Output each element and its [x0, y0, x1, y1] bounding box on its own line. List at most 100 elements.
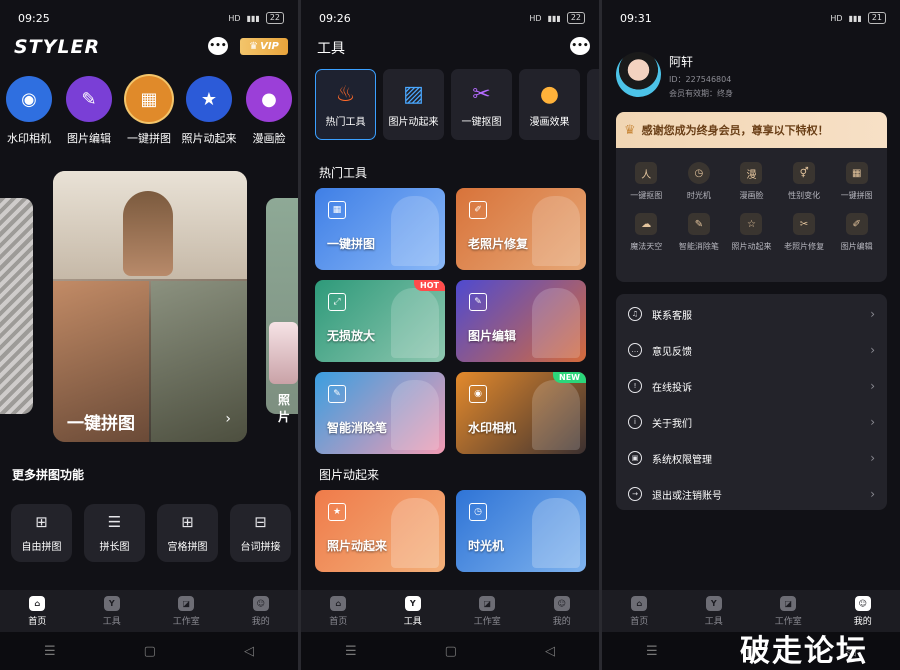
menu-row-label: 退出或注销账号 — [652, 490, 722, 502]
hot-card[interactable]: ▦ 一键拼图 — [315, 188, 445, 270]
menu-row-logout[interactable]: → 退出或注销账号 › — [616, 476, 887, 512]
more-tool-item[interactable]: ⊞ 宫格拼图 — [157, 504, 218, 562]
status-bar: 09:25 HD ▮▮▮ 22 — [0, 0, 298, 36]
fire-icon: ♨ — [335, 81, 356, 107]
more-tool-item[interactable]: ☰ 拼长图 — [84, 504, 145, 562]
edit-icon: ✐ — [845, 213, 868, 235]
nav-mine[interactable]: ☺ 我的 — [537, 595, 587, 627]
quick-tool-item[interactable]: ✎ 图片编辑 — [66, 76, 112, 146]
menu-row-feedback[interactable]: … 意见反馈 › — [616, 332, 887, 368]
privilege-item[interactable]: 漫漫画脸 — [725, 162, 778, 201]
status-time: 09:25 — [18, 11, 50, 25]
mine-icon: ☺ — [553, 595, 570, 611]
menu-icon[interactable]: ☰ — [44, 644, 56, 659]
nav-mine[interactable]: ☺ 我的 — [236, 595, 286, 627]
menu-icon[interactable]: ☰ — [345, 644, 357, 659]
more-tool-label: 自由拼图 — [21, 542, 62, 553]
hot-card[interactable]: ✎ 智能消除笔 — [315, 372, 445, 454]
menu-icon[interactable]: ☰ — [646, 644, 658, 659]
chat-icon[interactable]: ••• — [208, 37, 228, 55]
menu-row-alarm[interactable]: ! 在线投诉 › — [616, 368, 887, 404]
privilege-label: 一键拼图 — [840, 191, 873, 200]
tab-bear[interactable]: ● 漫画效果 — [519, 69, 580, 140]
profile-screen: 09:31 HD ▮▮▮ 21 阿轩 ID：227546804 会员有效期：终身 ♛… — [602, 0, 900, 670]
anim-card[interactable]: ◷ 时光机 — [456, 490, 586, 572]
chevron-right-icon: › — [870, 451, 875, 465]
user-name: 阿轩 — [669, 55, 694, 69]
hot-card[interactable]: ✐ 老照片修复 — [456, 188, 586, 270]
mine-icon: ☺ — [854, 595, 871, 611]
privilege-item[interactable]: ▦ 一键拼图 — [830, 162, 883, 201]
tools-icon: Y — [705, 595, 722, 611]
privilege-item[interactable]: ✂ 老照片修复 — [778, 213, 831, 252]
carousel-main-card[interactable]: 一键拼图 › — [53, 171, 247, 442]
privilege-item[interactable]: ⚥ 性别变化 — [778, 162, 831, 201]
quick-tool-item[interactable]: ● 漫画脸 — [246, 76, 292, 146]
quick-tool-item[interactable]: ◉ 水印相机 — [6, 76, 52, 146]
menu-row-headset[interactable]: ♫ 联系客服 › — [616, 296, 887, 332]
privilege-item[interactable]: ☆ 照片动起来 — [725, 213, 778, 252]
free-collage-icon: ⊞ — [35, 513, 48, 531]
section-anim-title: 图片动起来 — [319, 468, 380, 482]
badge-new: NEW — [553, 372, 586, 383]
comic-icon: 漫 — [740, 162, 763, 184]
tab-label: 图片动起来 — [388, 116, 439, 128]
menu-row-lock[interactable]: ▣ 系统权限管理 › — [616, 440, 887, 476]
nav-home[interactable]: ⌂ 首页 — [12, 595, 62, 627]
battery-icon: 22 — [566, 12, 585, 24]
nav-tools[interactable]: Y 工具 — [689, 595, 739, 627]
more-collage-grid: ⊞ 自由拼图 ☰ 拼长图 ⊞ 宫格拼图 ⊟ 台词拼接 — [11, 504, 291, 562]
more-tool-item[interactable]: ⊟ 台词拼接 — [230, 504, 291, 562]
back-icon[interactable]: ◁ — [545, 644, 555, 659]
nav-home[interactable]: ⌂ 首页 — [313, 595, 363, 627]
tools-icon: Y — [404, 595, 421, 611]
nav-studio[interactable]: ◪ 工作室 — [763, 595, 813, 627]
back-icon[interactable]: ◁ — [244, 644, 254, 659]
battery-icon: 22 — [265, 12, 284, 24]
forum-watermark: 破走论坛 — [740, 634, 868, 669]
chat-icon[interactable]: ••• — [570, 37, 590, 55]
privilege-item[interactable]: ✎ 智能消除笔 — [673, 213, 726, 252]
tab-more[interactable]: ▤图 — [587, 69, 599, 140]
studio-icon: ◪ — [780, 595, 797, 611]
carousel-main-label: 一键拼图 — [67, 414, 135, 434]
scissors-icon: ✂ — [472, 81, 491, 107]
nav-studio[interactable]: ◪ 工作室 — [161, 595, 211, 627]
quick-tool-item[interactable]: ▦ 一键拼图 — [126, 76, 172, 146]
privileges-grid: 人一键抠图 ◷ 时光机 漫漫画脸 ⚥ 性别变化 ▦ 一键拼图 ☁ 魔法天空 ✎ 智能消除笔 ☆ 照片动起来… — [616, 148, 887, 252]
tab-scissors[interactable]: ✂ 一键抠图 — [451, 69, 512, 140]
status-time: 09:26 — [319, 11, 351, 25]
nav-tools[interactable]: Y 工具 — [388, 595, 438, 627]
quick-tool-label: 一键拼图 — [127, 132, 171, 145]
caption-icon: ⊟ — [254, 513, 267, 531]
avatar[interactable] — [616, 52, 661, 97]
privilege-item[interactable]: ✐ 图片编辑 — [830, 213, 883, 252]
privilege-item[interactable]: ◷ 时光机 — [673, 162, 726, 201]
tab-image[interactable]: ▨ 图片动起来 — [383, 69, 444, 140]
vip-button[interactable]: ♛ VIP — [240, 38, 288, 55]
nav-tools[interactable]: Y 工具 — [87, 595, 137, 627]
hot-card[interactable]: ◉ 水印相机 NEW — [456, 372, 586, 454]
home-square-icon[interactable]: ▢ — [445, 644, 457, 659]
privilege-item[interactable]: ☁ 魔法天空 — [620, 213, 673, 252]
nav-studio[interactable]: ◪ 工作室 — [462, 595, 512, 627]
more-tool-item[interactable]: ⊞ 自由拼图 — [11, 504, 72, 562]
home-square-icon[interactable]: ▢ — [144, 644, 156, 659]
carousel-prev-card[interactable] — [0, 198, 33, 414]
quick-tool-item[interactable]: ★ 照片动起来 — [182, 76, 237, 146]
hot-card[interactable]: ✎ 图片编辑 — [456, 280, 586, 362]
tab-fire[interactable]: ♨ 热门工具 — [315, 69, 376, 140]
nav-home[interactable]: ⌂ 首页 — [614, 595, 664, 627]
tab-label: 漫画效果 — [529, 116, 570, 128]
edit-icon: ✎ — [469, 293, 487, 311]
hot-card[interactable]: ⤢ 无损放大 HOT — [315, 280, 445, 362]
star-icon: ☆ — [740, 213, 763, 235]
more-tool-label: 宫格拼图 — [167, 542, 208, 553]
menu-row-label: 在线投诉 — [652, 382, 692, 394]
privilege-item[interactable]: 人一键抠图 — [620, 162, 673, 201]
tool-category-tabs: ♨ 热门工具 ▨ 图片动起来 ✂ 一键抠图 ● 漫画效果 ▤图 — [315, 69, 599, 140]
nav-mine[interactable]: ☺ 我的 — [838, 595, 888, 627]
menu-row-info[interactable]: i 关于我们 › — [616, 404, 887, 440]
camera-icon: ◉ — [6, 76, 52, 122]
anim-card[interactable]: ★ 照片动起来 — [315, 490, 445, 572]
